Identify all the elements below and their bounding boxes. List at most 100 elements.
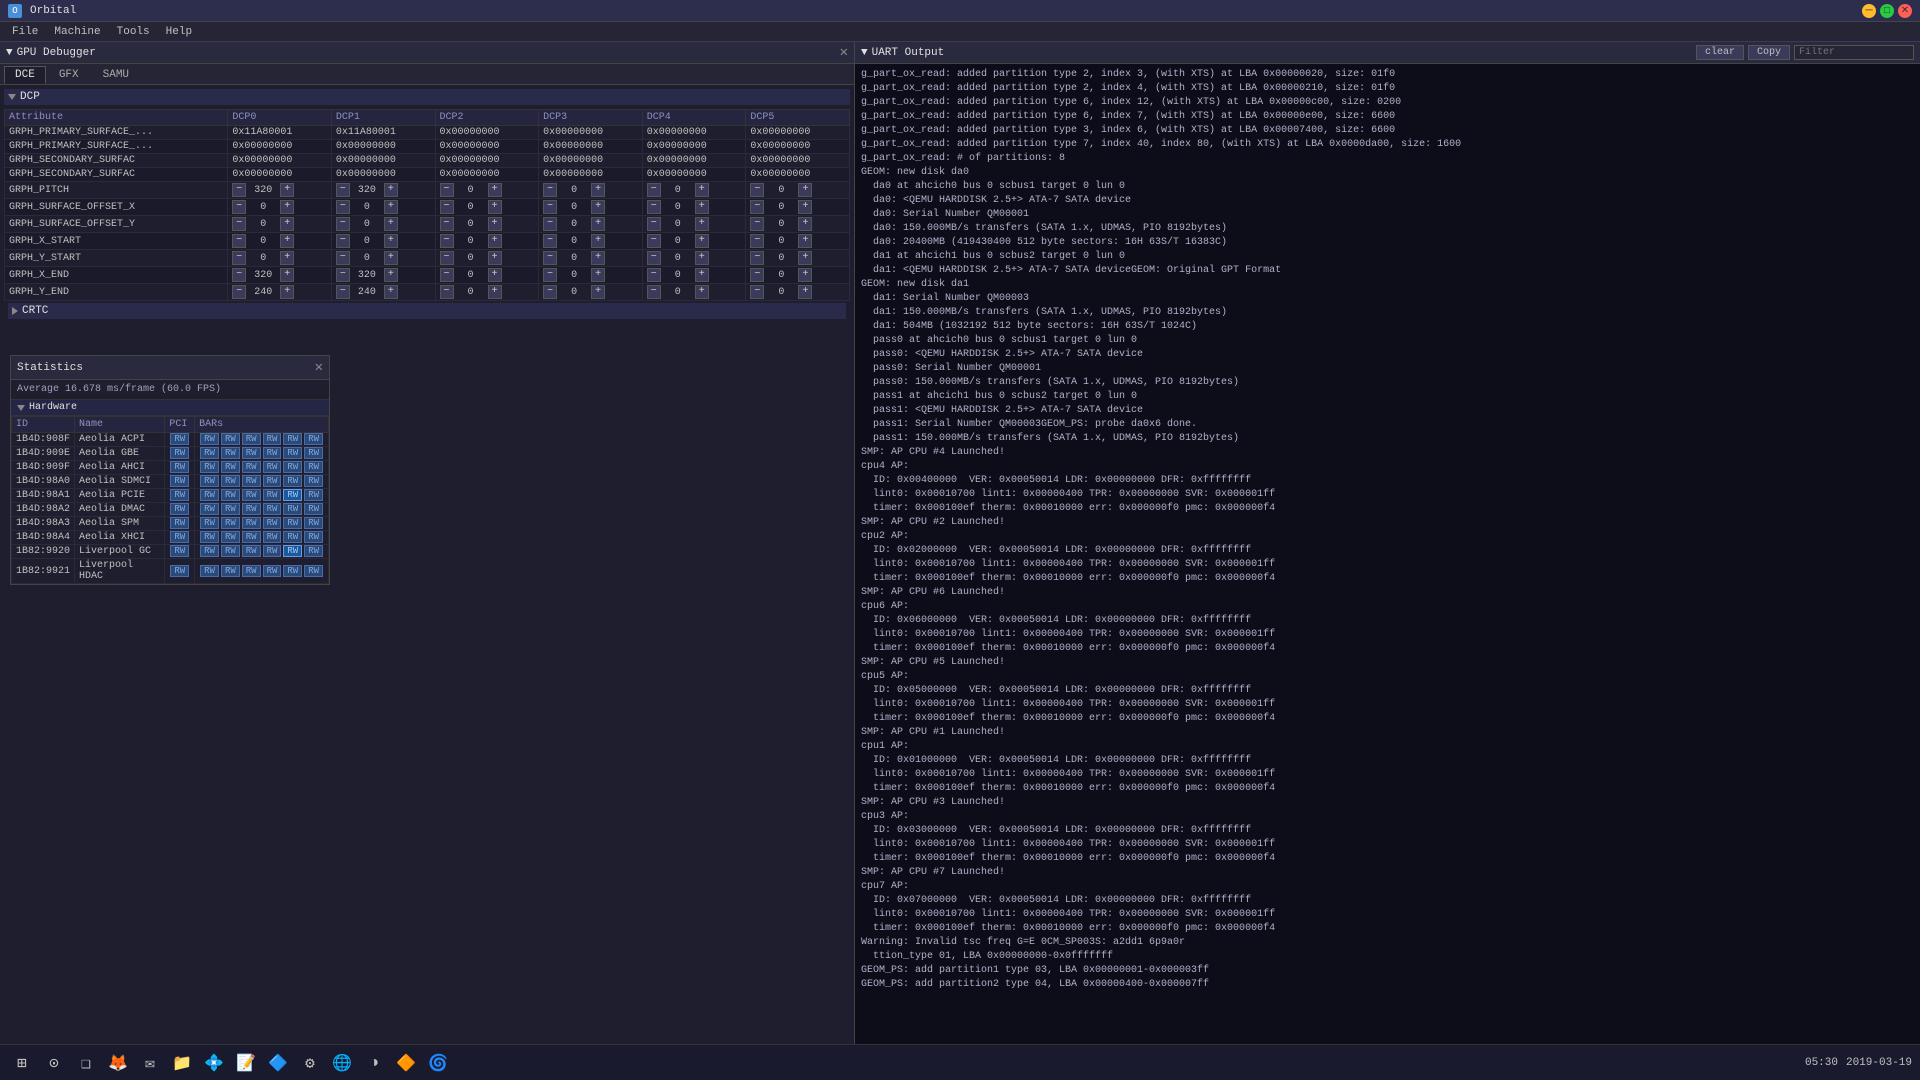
bar-badge[interactable]: RW xyxy=(221,461,240,473)
bar-badge[interactable]: RW xyxy=(304,461,323,473)
increment-btn[interactable]: + xyxy=(695,285,709,299)
increment-btn[interactable]: + xyxy=(488,268,502,282)
decrement-btn[interactable]: − xyxy=(336,200,350,214)
bar-badge[interactable]: RW xyxy=(304,475,323,487)
bar-badge[interactable]: RW xyxy=(263,545,282,557)
list-item[interactable]: 1B4D:909EAeolia GBERWRWRWRWRWRWRW xyxy=(12,447,329,461)
taskbar-firefox-icon[interactable]: 🦊 xyxy=(104,1049,132,1077)
taskbar-browser-icon[interactable]: 🌐 xyxy=(328,1049,356,1077)
increment-btn[interactable]: + xyxy=(591,285,605,299)
bar-badge[interactable]: RW xyxy=(263,565,282,577)
dcp-value[interactable]: −0+ xyxy=(539,233,643,250)
pci-rw-badge[interactable]: RW xyxy=(170,531,189,543)
dcp-value[interactable]: −0+ xyxy=(642,199,746,216)
taskbar-taskview-icon[interactable]: ❑ xyxy=(72,1049,100,1077)
decrement-btn[interactable]: − xyxy=(336,183,350,197)
dcp-value[interactable]: −320+ xyxy=(331,267,435,284)
increment-btn[interactable]: + xyxy=(591,183,605,197)
taskbar-chrome-icon[interactable]: ◑ xyxy=(360,1049,388,1077)
bar-badge[interactable]: RW xyxy=(200,565,219,577)
decrement-btn[interactable]: − xyxy=(750,217,764,231)
tab-samu[interactable]: SAMU xyxy=(92,66,140,84)
bar-badge[interactable]: RW xyxy=(221,433,240,445)
hw-pci[interactable]: RW xyxy=(165,531,195,545)
increment-btn[interactable]: + xyxy=(384,234,398,248)
bar-badge[interactable]: RW xyxy=(221,447,240,459)
dcp-value[interactable]: −0+ xyxy=(746,233,850,250)
bar-badge[interactable]: RW xyxy=(263,531,282,543)
bar-badge[interactable]: RW xyxy=(242,545,261,557)
increment-btn[interactable]: + xyxy=(280,234,294,248)
dcp-value[interactable]: −0+ xyxy=(642,216,746,233)
hw-pci[interactable]: RW xyxy=(165,447,195,461)
increment-btn[interactable]: + xyxy=(695,217,709,231)
bar-badge[interactable]: RW xyxy=(200,447,219,459)
bar-badge[interactable]: RW xyxy=(283,489,302,501)
decrement-btn[interactable]: − xyxy=(232,285,246,299)
dcp-section-header[interactable]: DCP xyxy=(4,89,850,105)
dcp-value[interactable]: −320+ xyxy=(228,267,332,284)
dcp-value[interactable]: −0+ xyxy=(228,216,332,233)
list-item[interactable]: 1B4D:98A4Aeolia XHCIRWRWRWRWRWRWRW xyxy=(12,531,329,545)
decrement-btn[interactable]: − xyxy=(440,285,454,299)
dcp-value[interactable]: −0+ xyxy=(435,233,539,250)
maximize-button[interactable]: □ xyxy=(1880,4,1894,18)
bar-badge[interactable]: RW xyxy=(221,565,240,577)
decrement-btn[interactable]: − xyxy=(440,200,454,214)
menu-help[interactable]: Help xyxy=(158,22,200,42)
dcp-value[interactable]: −0+ xyxy=(642,250,746,267)
decrement-btn[interactable]: − xyxy=(232,268,246,282)
dcp-value[interactable]: −0+ xyxy=(746,284,850,301)
increment-btn[interactable]: + xyxy=(591,268,605,282)
decrement-btn[interactable]: − xyxy=(232,217,246,231)
hw-pci[interactable]: RW xyxy=(165,545,195,559)
bar-badge[interactable]: RW xyxy=(283,433,302,445)
increment-btn[interactable]: + xyxy=(384,268,398,282)
bar-badge[interactable]: RW xyxy=(263,517,282,529)
dcp-value[interactable]: −320+ xyxy=(331,182,435,199)
hw-pci[interactable]: RW xyxy=(165,433,195,447)
close-button[interactable]: ✕ xyxy=(1898,4,1912,18)
dcp-value[interactable]: −0+ xyxy=(539,250,643,267)
bar-badge[interactable]: RW xyxy=(221,489,240,501)
increment-btn[interactable]: + xyxy=(695,234,709,248)
decrement-btn[interactable]: − xyxy=(440,268,454,282)
list-item[interactable]: 1B4D:98A1Aeolia PCIERWRWRWRWRWRWRW xyxy=(12,489,329,503)
bar-badge[interactable]: RW xyxy=(283,565,302,577)
decrement-btn[interactable]: − xyxy=(647,251,661,265)
uart-output[interactable]: g_part_ox_read: added partition type 2, … xyxy=(855,64,1920,1044)
dcp-value[interactable]: −0+ xyxy=(331,233,435,250)
increment-btn[interactable]: + xyxy=(384,285,398,299)
increment-btn[interactable]: + xyxy=(591,234,605,248)
dcp-value[interactable]: −0+ xyxy=(435,182,539,199)
bar-badge[interactable]: RW xyxy=(221,517,240,529)
bar-badge[interactable]: RW xyxy=(263,503,282,515)
bar-badge[interactable]: RW xyxy=(283,447,302,459)
increment-btn[interactable]: + xyxy=(695,251,709,265)
increment-btn[interactable]: + xyxy=(384,200,398,214)
list-item[interactable]: 1B4D:909FAeolia AHCIRWRWRWRWRWRWRW xyxy=(12,461,329,475)
bar-badge[interactable]: RW xyxy=(200,489,219,501)
pci-rw-badge[interactable]: RW xyxy=(170,503,189,515)
decrement-btn[interactable]: − xyxy=(647,234,661,248)
dcp-value[interactable]: −0+ xyxy=(642,233,746,250)
taskbar-vs-icon[interactable]: 💠 xyxy=(200,1049,228,1077)
decrement-btn[interactable]: − xyxy=(336,268,350,282)
decrement-btn[interactable]: − xyxy=(543,234,557,248)
crtc-section-header[interactable]: CRTC xyxy=(8,303,846,319)
hw-pci[interactable]: RW xyxy=(165,517,195,531)
taskbar-app2-icon[interactable]: 🔶 xyxy=(392,1049,420,1077)
increment-btn[interactable]: + xyxy=(280,285,294,299)
increment-btn[interactable]: + xyxy=(488,285,502,299)
taskbar-orbital-icon[interactable]: ⚙ xyxy=(296,1049,324,1077)
menu-machine[interactable]: Machine xyxy=(46,22,108,42)
decrement-btn[interactable]: − xyxy=(440,251,454,265)
bar-badge[interactable]: RW xyxy=(242,531,261,543)
dcp-value[interactable]: −0+ xyxy=(746,267,850,284)
increment-btn[interactable]: + xyxy=(280,251,294,265)
increment-btn[interactable]: + xyxy=(591,251,605,265)
bar-badge[interactable]: RW xyxy=(304,517,323,529)
bar-badge[interactable]: RW xyxy=(304,503,323,515)
dcp-value[interactable]: −0+ xyxy=(435,284,539,301)
decrement-btn[interactable]: − xyxy=(440,234,454,248)
